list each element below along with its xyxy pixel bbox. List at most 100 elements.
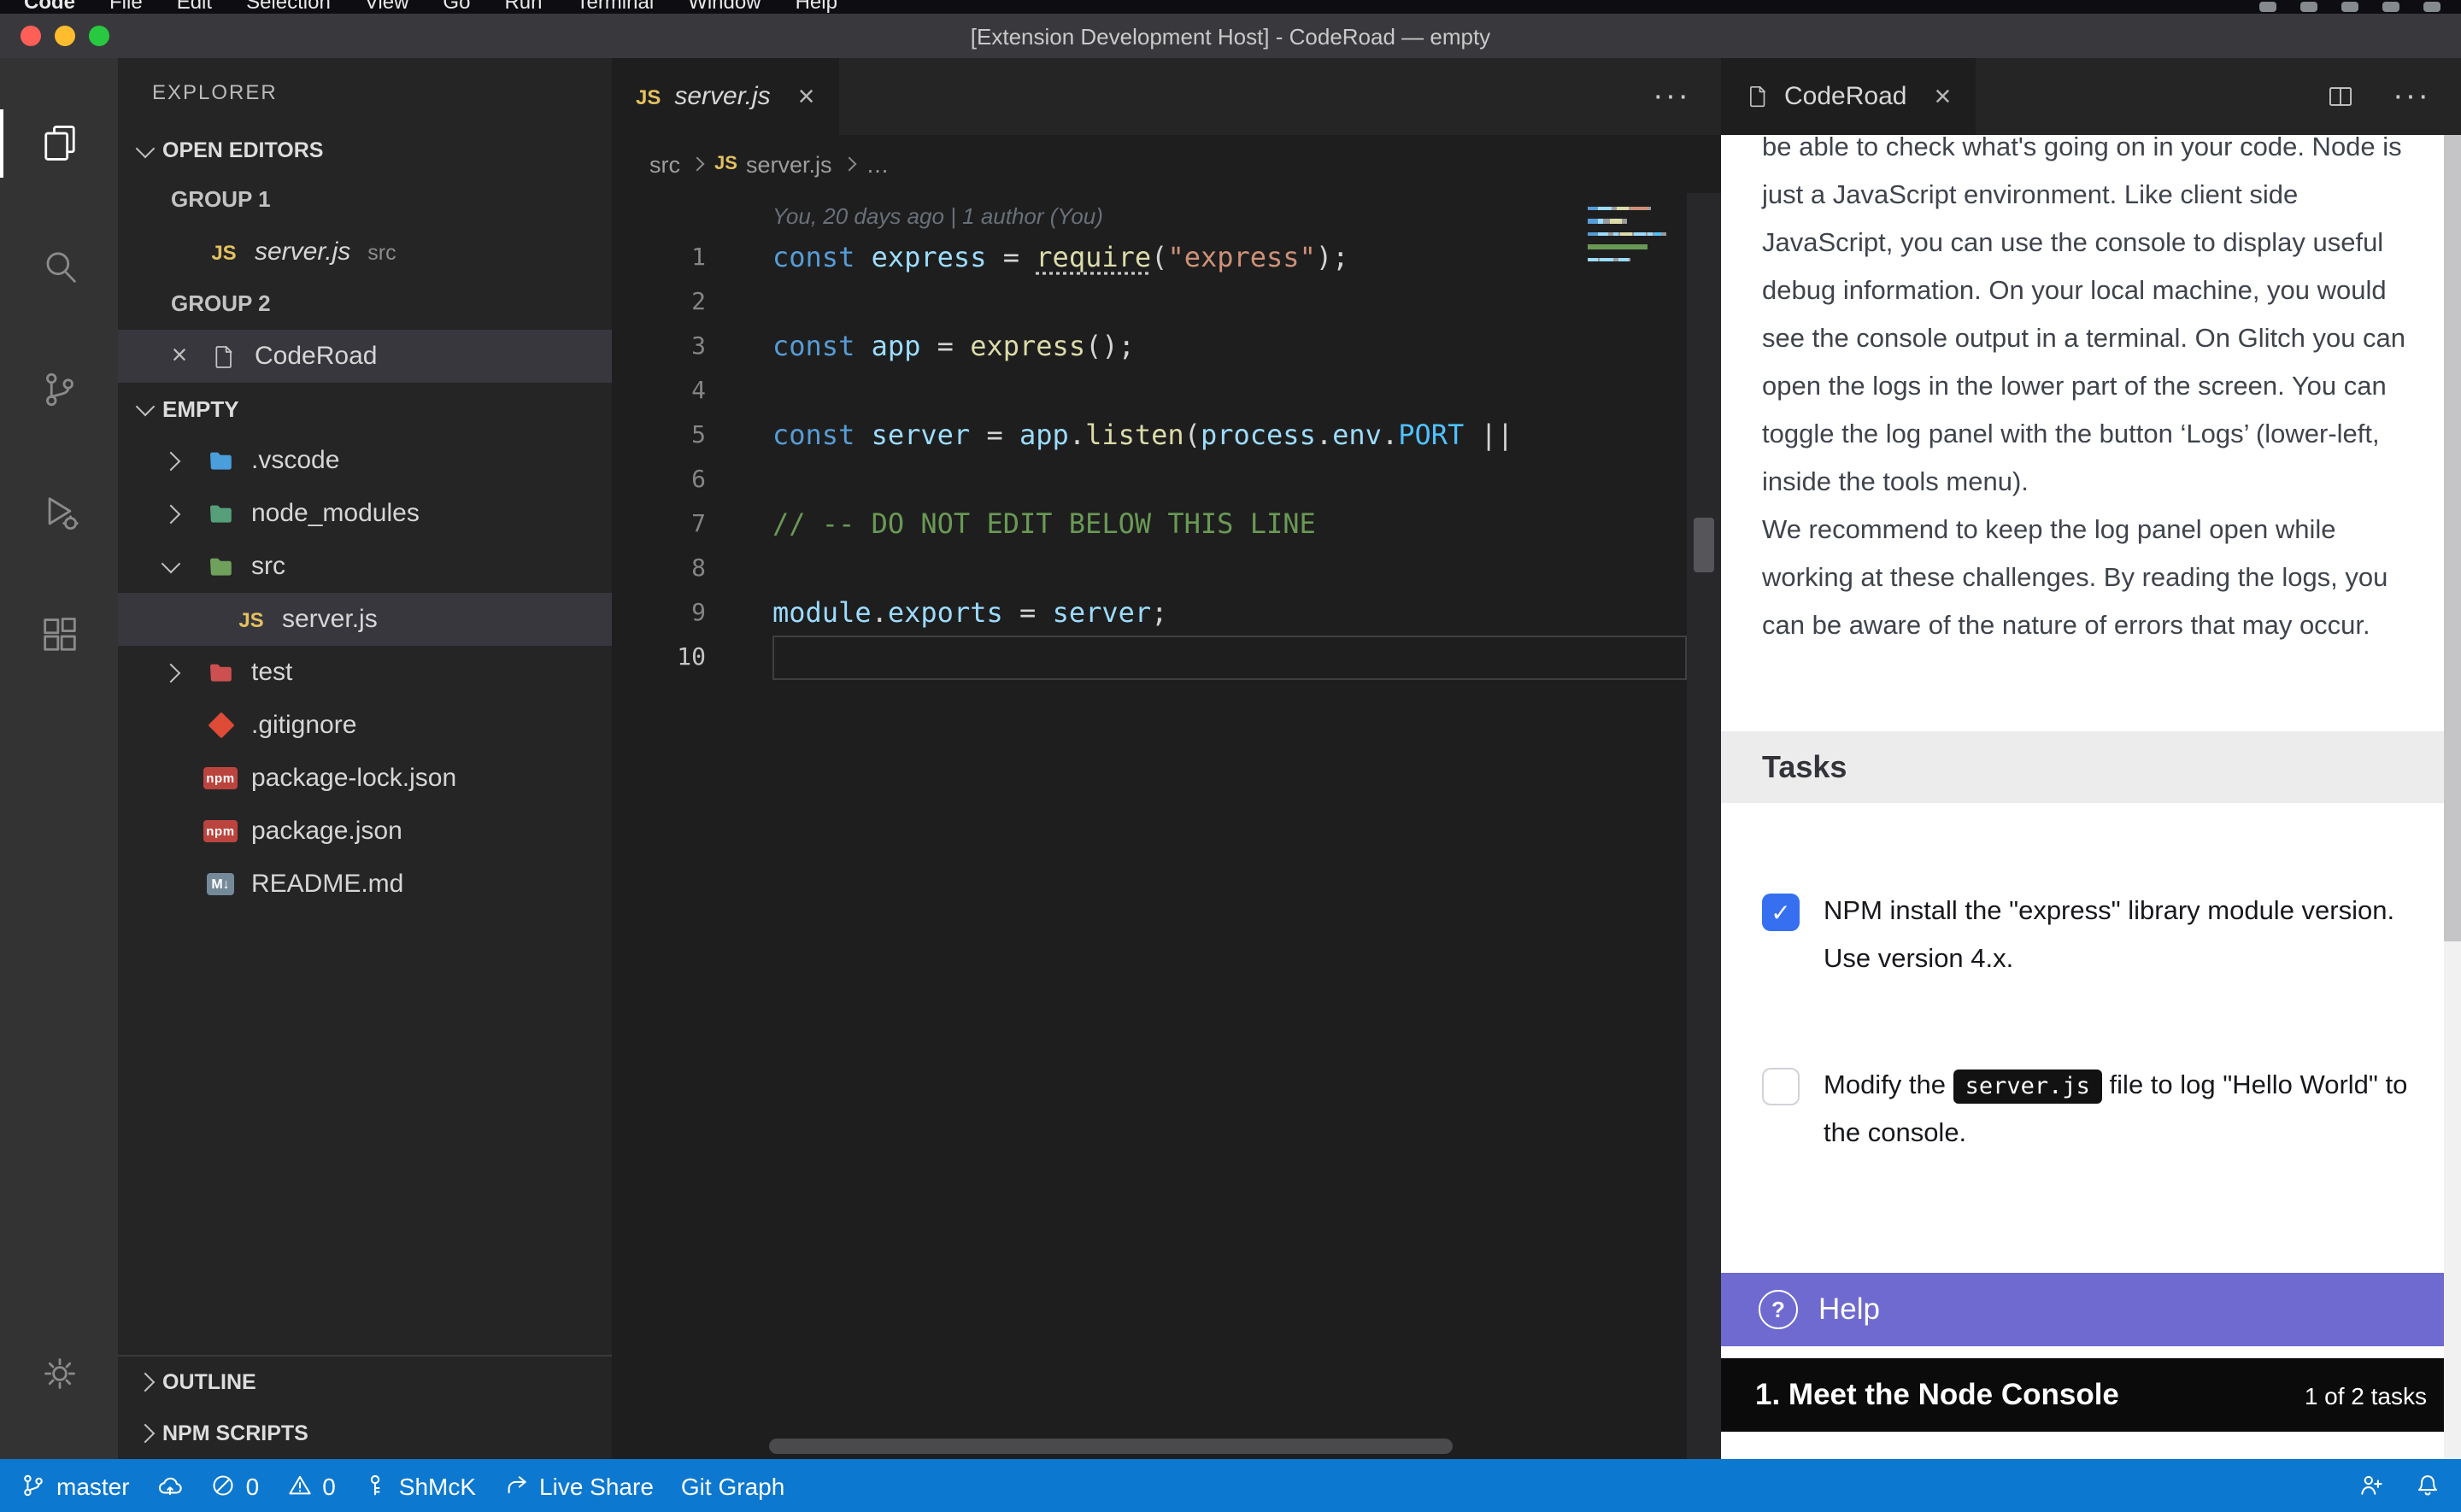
line-number: 4 xyxy=(612,369,706,413)
tree-item-server-js[interactable]: JSserver.js xyxy=(118,593,612,646)
scrollbar-thumb[interactable] xyxy=(1694,518,1714,572)
tree-item-gitignore[interactable]: .gitignore xyxy=(118,699,612,752)
menu-view[interactable]: View xyxy=(365,0,409,14)
chevron-icon[interactable] xyxy=(152,659,190,686)
open-editors-header[interactable]: OPEN EDITORS xyxy=(118,126,612,174)
breadcrumb-item-[interactable]: … xyxy=(866,151,889,177)
code-line-1[interactable]: 1const express = require("express"); xyxy=(612,236,1721,280)
breadcrumb-item-src[interactable]: src xyxy=(649,151,680,177)
editor-scrollbar[interactable] xyxy=(1687,193,1721,1459)
minimap-line xyxy=(1588,207,1666,211)
code-line-7[interactable]: 7// -- DO NOT EDIT BELOW THIS LINE xyxy=(612,502,1721,547)
menu-edit[interactable]: Edit xyxy=(177,0,212,14)
open-editor-server-js[interactable]: JSserver.jssrc xyxy=(118,226,612,278)
tree-item-package-lock-json[interactable]: npmpackage-lock.json xyxy=(118,752,612,805)
lesson-paragraph: be able to check what's going on in your… xyxy=(1762,135,2406,507)
close-tab-icon[interactable]: × xyxy=(798,82,815,111)
code-line-5[interactable]: 5const server = app.listen(process.env.P… xyxy=(612,413,1721,458)
statusbar-errors[interactable]: 0 xyxy=(210,1472,260,1499)
activity-extensions[interactable] xyxy=(0,574,118,697)
code-line-6[interactable]: 6 xyxy=(612,458,1721,502)
chevron-icon[interactable] xyxy=(152,447,190,474)
minimap[interactable] xyxy=(1588,207,1666,270)
unchecked-checkbox[interactable] xyxy=(1762,1068,1800,1105)
statusbar-label: Git Graph xyxy=(681,1472,784,1499)
coderoad-panel: CodeRoad × ··· be able to check what's g… xyxy=(1721,58,2461,1459)
menu-run[interactable]: Run xyxy=(504,0,542,14)
share-icon xyxy=(503,1473,529,1498)
code-line-2[interactable]: 2 xyxy=(612,280,1721,325)
statusbar-live-share[interactable]: Live Share xyxy=(503,1472,654,1499)
menu-help[interactable]: Help xyxy=(796,0,837,14)
tree-item-node-modules[interactable]: node_modules xyxy=(118,487,612,540)
chevron-icon[interactable] xyxy=(152,500,190,527)
split-editor-icon[interactable] xyxy=(2326,82,2355,111)
key-icon xyxy=(363,1473,389,1498)
file-label: .gitignore xyxy=(251,711,356,740)
statusbar-warnings[interactable]: 0 xyxy=(286,1472,336,1499)
editor-group: JS server.js × ··· src JSserver.js … You, … xyxy=(612,58,1721,1459)
zoom-window-button[interactable] xyxy=(89,26,109,46)
activity-manage[interactable] xyxy=(0,1312,118,1435)
menu-window[interactable]: Window xyxy=(688,0,761,14)
code-editor[interactable]: You, 20 days ago | 1 author (You) 1const… xyxy=(612,193,1721,1459)
lesson-title: 1. Meet the Node Console xyxy=(1755,1377,2305,1413)
checked-checkbox[interactable]: ✓ xyxy=(1762,894,1800,931)
help-section-header[interactable]: ? Help xyxy=(1721,1273,2461,1346)
menu-selection[interactable]: Selection xyxy=(246,0,331,14)
menubar-status-icons xyxy=(2259,2,2440,12)
statusbar-invite[interactable] xyxy=(2358,1473,2384,1498)
bell-icon xyxy=(2415,1473,2440,1498)
open-editor-coderoad[interactable]: ×CodeRoad xyxy=(118,330,612,383)
menu-file[interactable]: File xyxy=(109,0,143,14)
activity-source-control[interactable] xyxy=(0,328,118,451)
tree-item-vscode[interactable]: .vscode xyxy=(118,434,612,487)
scrollbar-thumb[interactable] xyxy=(2444,135,2461,941)
statusbar-notifications[interactable] xyxy=(2415,1473,2440,1498)
code-line-9[interactable]: 9module.exports = server; xyxy=(612,591,1721,636)
editor-more-actions-icon[interactable]: ··· xyxy=(1653,58,1690,135)
minimize-window-button[interactable] xyxy=(55,26,75,46)
panel-scrollbar[interactable] xyxy=(2444,135,2461,1459)
close-window-button[interactable] xyxy=(21,26,41,46)
folder-icon xyxy=(207,659,234,686)
section-outline[interactable]: OUTLINE xyxy=(118,1357,612,1408)
statusbar-account[interactable]: ShMcK xyxy=(363,1472,476,1499)
tab-coderoad[interactable]: CodeRoad × xyxy=(1721,58,1976,135)
code-line-10[interactable]: 10 xyxy=(612,636,1721,680)
lesson-paragraph: We recommend to keep the log panel open … xyxy=(1762,507,2406,651)
menubar-items: Code File Edit Selection View Go Run Terminal Wi… xyxy=(24,0,837,14)
activity-explorer[interactable] xyxy=(0,82,118,205)
statusbar-branch[interactable]: master xyxy=(21,1472,130,1499)
statusbar-git-graph[interactable]: Git Graph xyxy=(681,1472,784,1499)
menu-terminal[interactable]: Terminal xyxy=(576,0,654,14)
section-npm-scripts[interactable]: NPM SCRIPTS xyxy=(118,1408,612,1459)
minimap-line xyxy=(1588,263,1666,267)
menu-go[interactable]: Go xyxy=(443,0,470,14)
tabbar-spacer xyxy=(1976,58,2326,135)
task-item-1: ✓NPM install the "express" library modul… xyxy=(1762,888,2420,984)
code-line-3[interactable]: 3const app = express(); xyxy=(612,325,1721,369)
chevron-icon[interactable] xyxy=(152,553,190,580)
menu-code[interactable]: Code xyxy=(24,0,75,14)
file-label: src xyxy=(251,552,285,581)
activity-search[interactable] xyxy=(0,205,118,328)
editor-tabbar: JS server.js × ··· xyxy=(612,58,1721,135)
breadcrumb-item-server-js[interactable]: JSserver.js xyxy=(714,151,831,177)
panel-more-actions-icon[interactable]: ··· xyxy=(2393,58,2430,135)
tree-item-readme-md[interactable]: M↓README.md xyxy=(118,858,612,911)
editor-horizontal-scrollbar[interactable] xyxy=(769,1439,1453,1454)
activity-run-debug[interactable] xyxy=(0,451,118,574)
code-line-8[interactable]: 8 xyxy=(612,547,1721,591)
code-line-4[interactable]: 4 xyxy=(612,369,1721,413)
statusbar-sync[interactable] xyxy=(157,1473,183,1498)
tab-server-js[interactable]: JS server.js × xyxy=(612,58,841,135)
tree-item-src[interactable]: src xyxy=(118,540,612,593)
line-number: 2 xyxy=(612,280,706,325)
folder-icon xyxy=(207,553,234,580)
tree-item-test[interactable]: test xyxy=(118,646,612,699)
close-editor-icon[interactable]: × xyxy=(166,341,193,372)
workspace-header[interactable]: EMPTY xyxy=(118,383,612,434)
close-tab-icon[interactable]: × xyxy=(1934,82,1951,111)
tree-item-package-json[interactable]: npmpackage.json xyxy=(118,805,612,858)
